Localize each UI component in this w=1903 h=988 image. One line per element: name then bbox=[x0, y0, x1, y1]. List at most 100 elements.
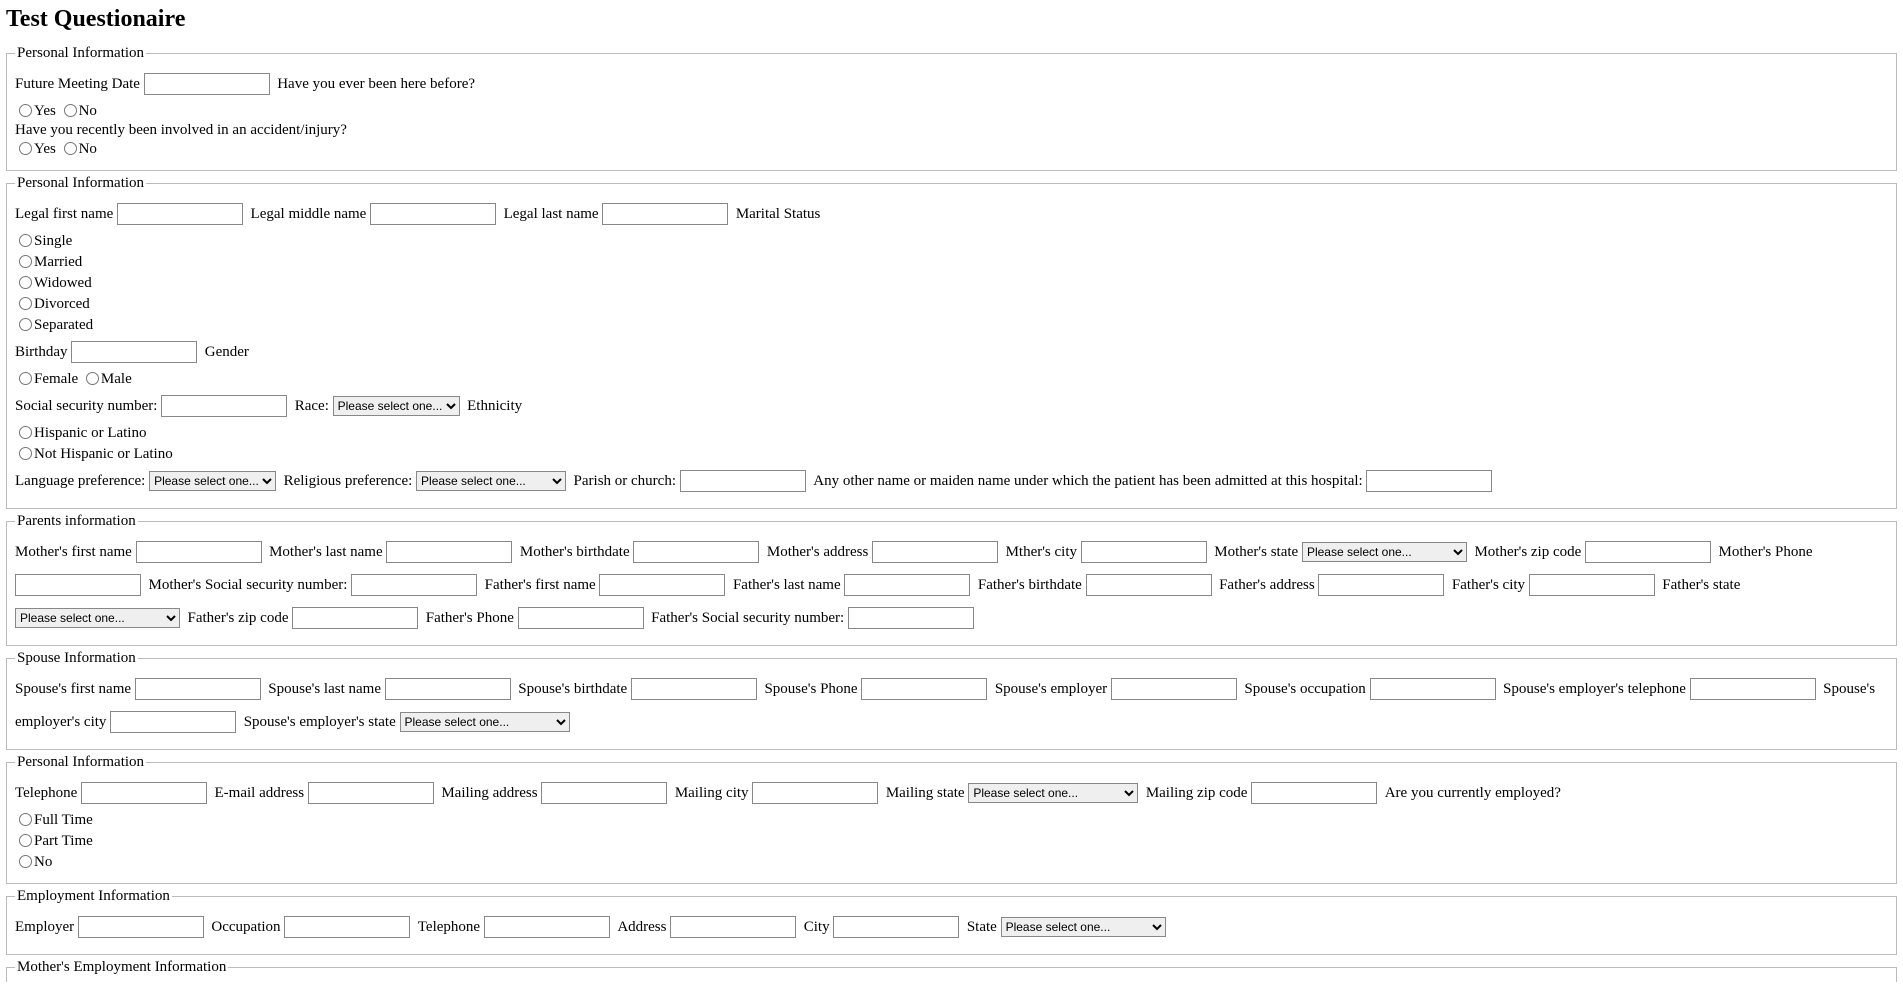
input-spouse-last[interactable] bbox=[385, 678, 511, 700]
input-middle-name[interactable] bbox=[370, 203, 496, 225]
radio-accident-no[interactable] bbox=[64, 142, 77, 155]
radio-divorced[interactable] bbox=[19, 297, 32, 310]
label-mother-phone: Mother's Phone bbox=[1719, 544, 1813, 560]
select-mail-state[interactable]: Please select one... bbox=[968, 783, 1138, 803]
radio-separated[interactable] bbox=[19, 318, 32, 331]
radio-female[interactable] bbox=[19, 372, 32, 385]
input-occupation[interactable] bbox=[284, 916, 410, 938]
label-male: Male bbox=[101, 371, 132, 387]
input-father-last[interactable] bbox=[844, 574, 970, 596]
input-mother-first[interactable] bbox=[136, 541, 262, 563]
input-father-first[interactable] bbox=[599, 574, 725, 596]
label-emp-state: State bbox=[967, 919, 997, 935]
input-mail-addr[interactable] bbox=[541, 782, 667, 804]
input-parish[interactable] bbox=[680, 470, 806, 492]
select-spouse-empstate[interactable]: Please select one... bbox=[400, 712, 570, 732]
input-telephone[interactable] bbox=[81, 782, 207, 804]
label-single: Single bbox=[34, 233, 72, 249]
input-father-addr[interactable] bbox=[1318, 574, 1444, 596]
label-no-2: No bbox=[79, 141, 97, 157]
input-mother-ssn[interactable] bbox=[351, 574, 477, 596]
radio-emp-no[interactable] bbox=[19, 855, 32, 868]
legend-personal-2: Personal Information bbox=[15, 175, 146, 192]
input-mother-phone[interactable] bbox=[15, 574, 141, 596]
radio-part-time[interactable] bbox=[19, 834, 32, 847]
input-other-name[interactable] bbox=[1366, 470, 1492, 492]
label-mail-state: Mailing state bbox=[886, 785, 965, 801]
select-language[interactable]: Please select one... bbox=[149, 471, 276, 491]
input-father-birth[interactable] bbox=[1086, 574, 1212, 596]
label-first-name: Legal first name bbox=[15, 206, 113, 222]
input-mail-city[interactable] bbox=[752, 782, 878, 804]
input-emp-city[interactable] bbox=[833, 916, 959, 938]
radio-been-before-no[interactable] bbox=[64, 104, 77, 117]
label-marital: Marital Status bbox=[736, 206, 821, 222]
label-spouse-empstate: Spouse's employer's state bbox=[244, 714, 396, 730]
radio-male[interactable] bbox=[86, 372, 99, 385]
label-father-ssn: Father's Social security number: bbox=[651, 610, 844, 626]
section-parents: Parents information Mother's first name … bbox=[6, 513, 1897, 646]
select-race[interactable]: Please select one... bbox=[333, 396, 460, 416]
input-birthday[interactable] bbox=[71, 341, 197, 363]
input-father-zip[interactable] bbox=[292, 607, 418, 629]
radio-single[interactable] bbox=[19, 234, 32, 247]
label-married: Married bbox=[34, 254, 82, 270]
input-employer[interactable] bbox=[78, 916, 204, 938]
label-mother-addr: Mother's address bbox=[767, 544, 868, 560]
section-personal-3: Personal Information Telephone E-mail ad… bbox=[6, 754, 1897, 884]
input-spouse-phone[interactable] bbox=[861, 678, 987, 700]
input-emp-tel[interactable] bbox=[484, 916, 610, 938]
label-father-state: Father's state bbox=[1662, 577, 1740, 593]
input-mother-birth[interactable] bbox=[633, 541, 759, 563]
label-part-time: Part Time bbox=[34, 833, 93, 849]
select-father-state[interactable]: Please select one... bbox=[15, 608, 180, 628]
select-mother-state[interactable]: Please select one... bbox=[1302, 542, 1467, 562]
radio-hispanic[interactable] bbox=[19, 426, 32, 439]
select-emp-state[interactable]: Please select one... bbox=[1001, 917, 1166, 937]
radio-widowed[interactable] bbox=[19, 276, 32, 289]
label-not-hispanic: Not Hispanic or Latino bbox=[34, 446, 173, 462]
input-meeting-date[interactable] bbox=[144, 73, 270, 95]
label-mother-ssn: Mother's Social security number: bbox=[149, 577, 348, 593]
input-spouse-emp[interactable] bbox=[1111, 678, 1237, 700]
label-widowed: Widowed bbox=[34, 275, 92, 291]
input-spouse-occ[interactable] bbox=[1370, 678, 1496, 700]
input-spouse-emptel[interactable] bbox=[1690, 678, 1816, 700]
input-mail-zip[interactable] bbox=[1251, 782, 1377, 804]
section-personal-2: Personal Information Legal first name Le… bbox=[6, 175, 1897, 509]
input-mother-zip[interactable] bbox=[1585, 541, 1711, 563]
input-spouse-empcity[interactable] bbox=[110, 711, 236, 733]
legend-spouse: Spouse Information bbox=[15, 650, 138, 667]
radio-full-time[interactable] bbox=[19, 813, 32, 826]
label-divorced: Divorced bbox=[34, 296, 90, 312]
input-spouse-birth[interactable] bbox=[631, 678, 757, 700]
label-mail-zip: Mailing zip code bbox=[1146, 785, 1248, 801]
radio-accident-yes[interactable] bbox=[19, 142, 32, 155]
input-father-ssn[interactable] bbox=[848, 607, 974, 629]
input-mother-city[interactable] bbox=[1081, 541, 1207, 563]
section-personal-1: Personal Information Future Meeting Date… bbox=[6, 45, 1897, 171]
label-mother-birth: Mother's birthdate bbox=[520, 544, 630, 560]
radio-married[interactable] bbox=[19, 255, 32, 268]
input-email[interactable] bbox=[308, 782, 434, 804]
input-ssn[interactable] bbox=[161, 395, 287, 417]
legend-employment: Employment Information bbox=[15, 888, 172, 905]
input-emp-addr[interactable] bbox=[670, 916, 796, 938]
input-spouse-first[interactable] bbox=[135, 678, 261, 700]
radio-been-before-yes[interactable] bbox=[19, 104, 32, 117]
label-father-birth: Father's birthdate bbox=[978, 577, 1082, 593]
input-mother-addr[interactable] bbox=[872, 541, 998, 563]
label-emp-addr: Address bbox=[617, 919, 666, 935]
input-mother-last[interactable] bbox=[386, 541, 512, 563]
label-spouse-first: Spouse's first name bbox=[15, 681, 131, 697]
input-father-phone[interactable] bbox=[518, 607, 644, 629]
input-last-name[interactable] bbox=[602, 203, 728, 225]
radio-not-hispanic[interactable] bbox=[19, 447, 32, 460]
label-email: E-mail address bbox=[215, 785, 305, 801]
label-mail-addr: Mailing address bbox=[441, 785, 537, 801]
input-first-name[interactable] bbox=[117, 203, 243, 225]
select-religion[interactable]: Please select one... bbox=[416, 471, 566, 491]
section-mother-employment: Mother's Employment Information bbox=[6, 959, 1897, 982]
legend-parents: Parents information bbox=[15, 513, 138, 530]
input-father-city[interactable] bbox=[1529, 574, 1655, 596]
